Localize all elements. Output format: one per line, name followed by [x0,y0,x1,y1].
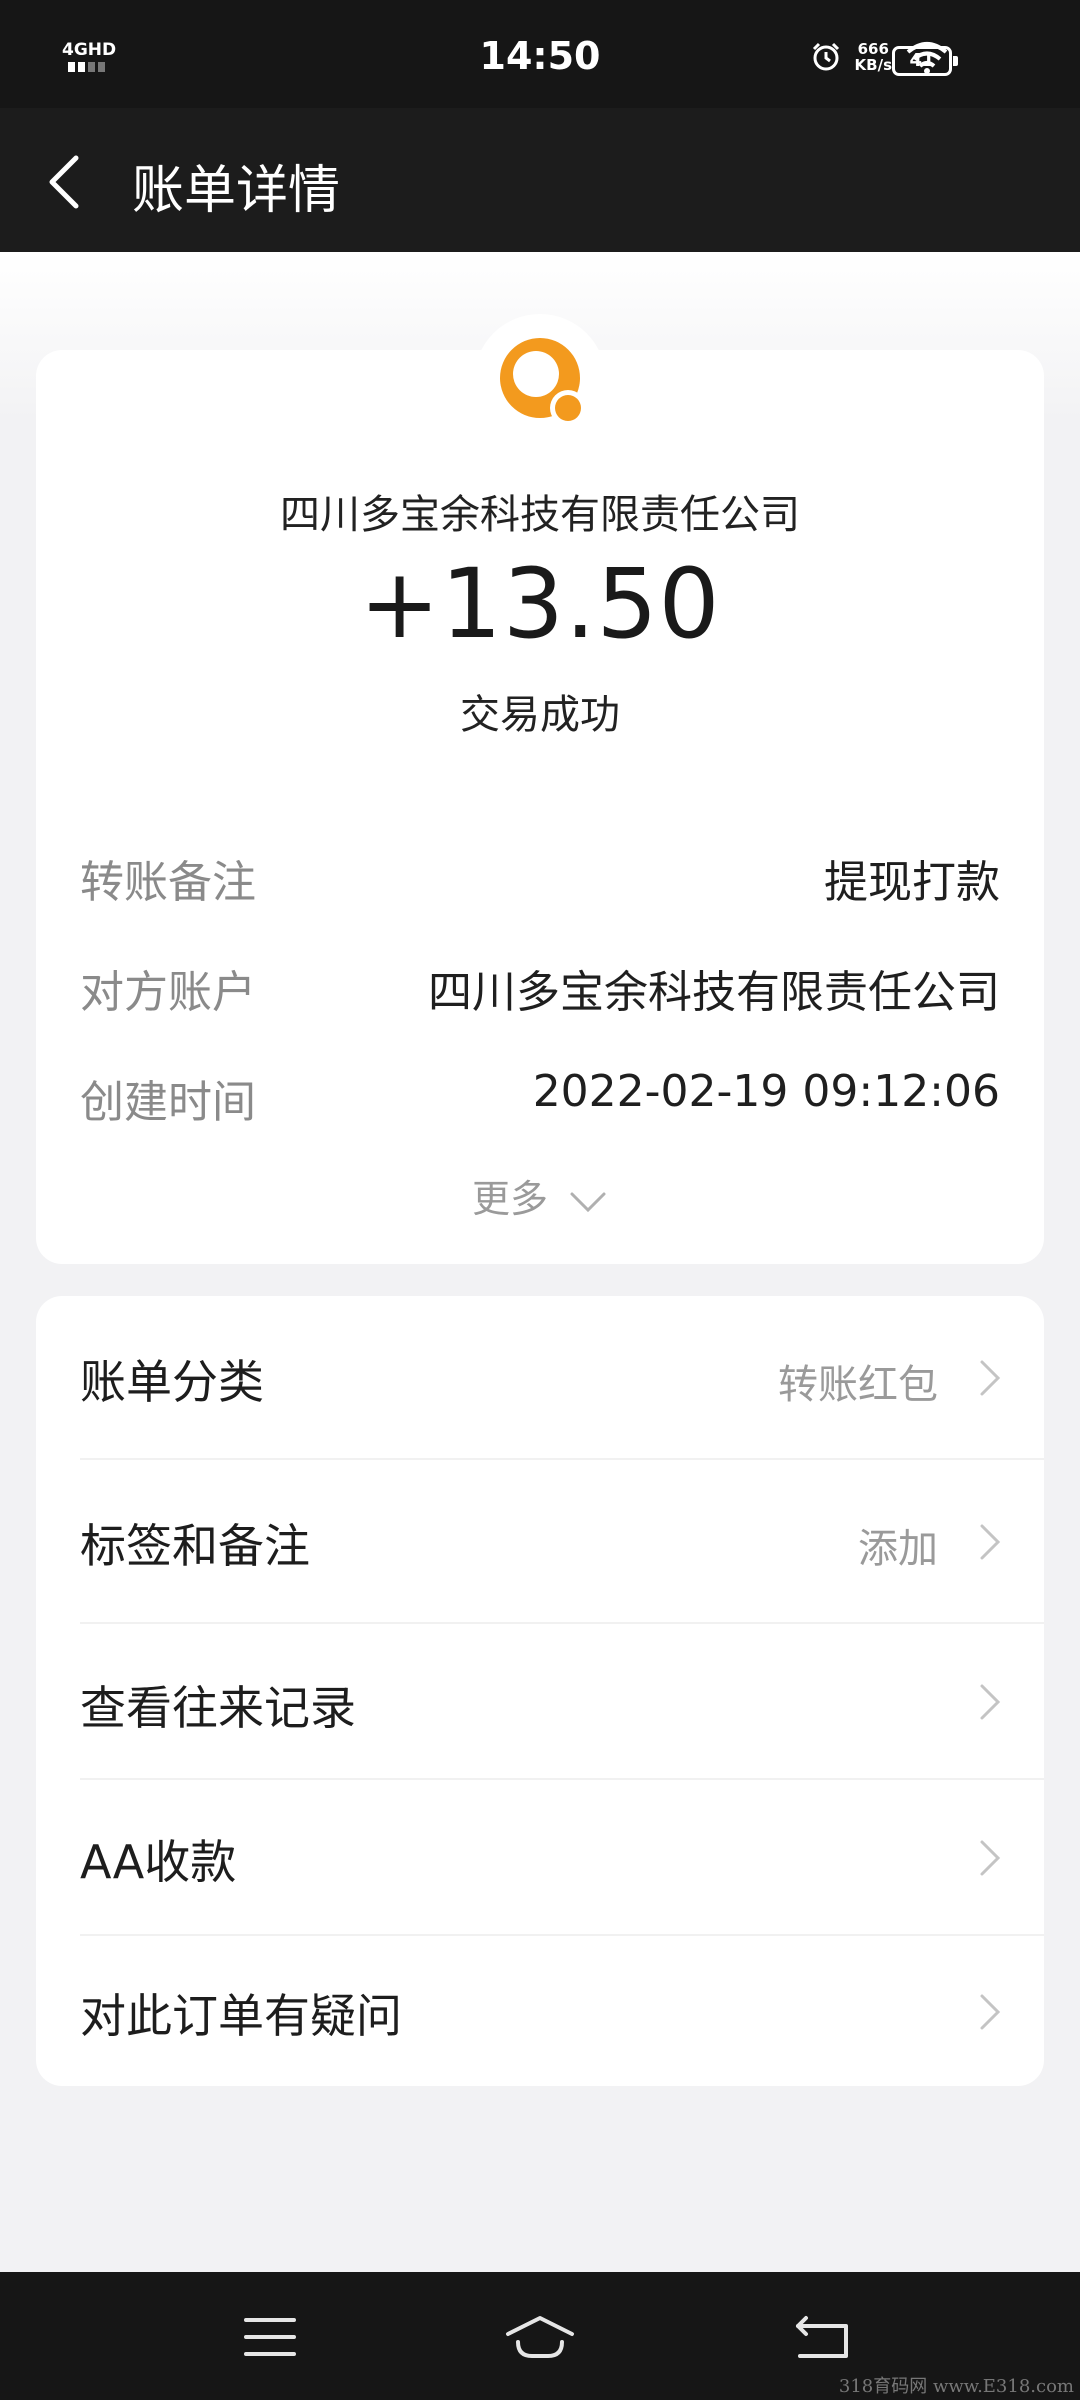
watermark: 318育码网 www.E318.com [838,2376,1074,2397]
chevron-left-icon[interactable] [44,152,84,212]
chevron-right-icon [980,1840,1001,1876]
detail-value: 提现打款 [824,857,1000,908]
detail-label: 转账备注 [80,857,256,908]
menu-item-label: AA收款 [80,1835,237,1889]
transaction-amount: +13.50 [359,548,721,660]
more-label: 更多 [471,1177,548,1221]
chevron-right-icon [980,1524,1001,1560]
speed-value: 666 [857,40,889,58]
more-toggle[interactable]: 更多 [36,1168,1044,1223]
network-speed: 666 KB/s [855,41,892,73]
detail-label: 创建时间 [80,1077,256,1128]
menu-item-value: 转账红包 [778,1362,938,1408]
detail-row-remark: 转账备注 提现打款 [80,846,1000,908]
battery-icon: 41 [892,46,958,76]
back-icon[interactable] [792,2312,852,2362]
orange-ring-logo-icon [500,338,586,426]
payee-name: 四川多宝余科技有限责任公司 [280,492,800,538]
home-icon[interactable] [504,2312,576,2362]
chevron-right-icon [980,1360,1001,1396]
menu-item-tags-notes[interactable]: 标签和备注 添加 [80,1460,1044,1624]
menu-item-label: 对此订单有疑问 [80,1989,402,2043]
chevron-right-icon [980,1994,1001,2030]
status-bar: 4GHD 14:50 666 KB/s 41 [0,0,1080,108]
menu-item-order-question[interactable]: 对此订单有疑问 [80,1936,1044,2086]
merchant-logo [474,314,606,446]
transaction-status: 交易成功 [460,692,620,738]
detail-row-created-time: 创建时间 2022-02-19 09:12:06 [80,1066,1000,1128]
menu-item-label: 账单分类 [80,1355,264,1409]
menu-icon[interactable] [240,2312,300,2362]
menu-item-label: 查看往来记录 [80,1681,356,1735]
transaction-card: 四川多宝余科技有限责任公司 +13.50 交易成功 转账备注 提现打款 对方账户… [36,314,1044,1264]
detail-label: 对方账户 [80,967,256,1018]
menu-item-bill-category[interactable]: 账单分类 转账红包 [80,1296,1044,1460]
menu-item-history[interactable]: 查看往来记录 [80,1624,1044,1780]
speed-unit: KB/s [854,56,892,74]
chevron-right-icon [980,1684,1001,1720]
system-nav-bar: 318育码网 www.E318.com [0,2272,1080,2400]
detail-value: 2022-02-19 09:12:06 [532,1066,1000,1117]
detail-row-counterparty: 对方账户 四川多宝余科技有限责任公司 [80,956,1000,1018]
menu-item-value: 添加 [858,1526,938,1572]
alarm-icon [812,42,839,71]
app-header: 账单详情 [0,108,1080,252]
options-card: 账单分类 转账红包 标签和备注 添加 查看往来记录 AA收款 对此订单有疑问 [36,1296,1044,2086]
chevron-down-icon [570,1192,606,1212]
page-title: 账单详情 [132,161,341,221]
menu-item-label: 标签和备注 [80,1519,310,1573]
detail-value: 四川多宝余科技有限责任公司 [428,967,1000,1018]
menu-item-aa-collect[interactable]: AA收款 [80,1780,1044,1936]
